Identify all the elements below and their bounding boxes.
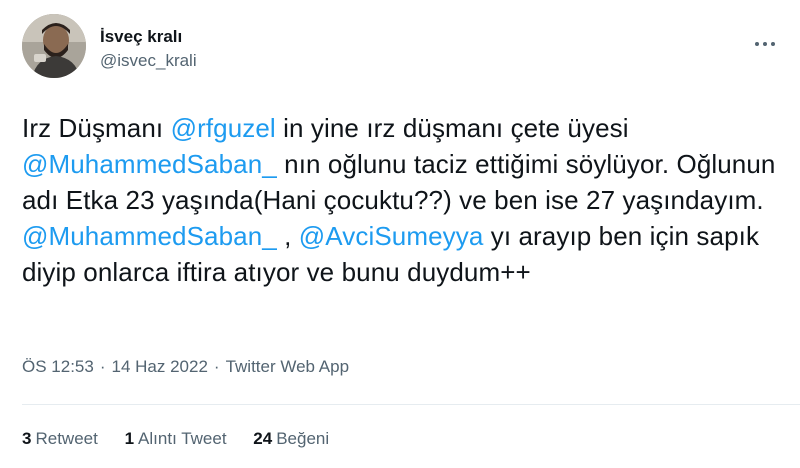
- more-dot: [771, 42, 775, 46]
- tweet-meta: ÖS 12:53 · 14 Haz 2022 · Twitter Web App: [22, 356, 349, 378]
- retweets-stat[interactable]: 3 Retweet: [22, 428, 98, 450]
- likes-label: Beğeni: [276, 429, 330, 448]
- likes-count: 24: [253, 429, 273, 448]
- tweet-text-segment: ,: [276, 221, 299, 251]
- quote-tweets-count: 1: [124, 429, 135, 448]
- retweets-count: 3: [22, 429, 32, 448]
- mention-link-avcisumeyya[interactable]: @AvciSumeyya: [299, 221, 484, 251]
- more-dot: [755, 42, 759, 46]
- likes-stat[interactable]: 24 Beğeni: [253, 428, 329, 450]
- profile-photo-icon: [22, 14, 86, 78]
- meta-separator: ·: [99, 357, 106, 376]
- tweet-text-segment: in yine ırz düşmanı çete üyesi: [275, 113, 629, 143]
- tweet-text-segment: Irz Düşmanı: [22, 113, 171, 143]
- tweet-text: Irz Düşmanı @rfguzel in yine ırz düşmanı…: [22, 110, 792, 290]
- tweet-source[interactable]: Twitter Web App: [226, 357, 349, 376]
- mention-link-muhammedsaban[interactable]: @MuhammedSaban_: [22, 149, 277, 179]
- user-handle[interactable]: @isvec_krali: [100, 50, 197, 72]
- quote-tweets-label: Alıntı Tweet: [138, 429, 227, 448]
- more-options-button[interactable]: [748, 32, 782, 56]
- tweet-header: İsveç kralı @isvec_krali: [22, 14, 782, 86]
- quote-tweets-stat[interactable]: 1 Alıntı Tweet: [125, 428, 227, 450]
- mention-link-rfguzel[interactable]: @rfguzel: [171, 113, 276, 143]
- divider: [22, 404, 800, 405]
- mention-link-muhammedsaban[interactable]: @MuhammedSaban_: [22, 221, 277, 251]
- display-name[interactable]: İsveç kralı: [100, 26, 197, 48]
- meta-separator: ·: [213, 357, 220, 376]
- avatar[interactable]: [22, 14, 86, 78]
- user-names: İsveç kralı @isvec_krali: [100, 26, 197, 72]
- tweet-date[interactable]: 14 Haz 2022: [112, 357, 208, 376]
- tweet-card: İsveç kralı @isvec_krali Irz Düşmanı @rf…: [0, 0, 800, 468]
- tweet-stats: 3 Retweet 1 Alıntı Tweet 24 Beğeni: [22, 428, 351, 450]
- more-dot: [763, 42, 767, 46]
- tweet-time[interactable]: ÖS 12:53: [22, 357, 94, 376]
- retweets-label: Retweet: [35, 429, 98, 448]
